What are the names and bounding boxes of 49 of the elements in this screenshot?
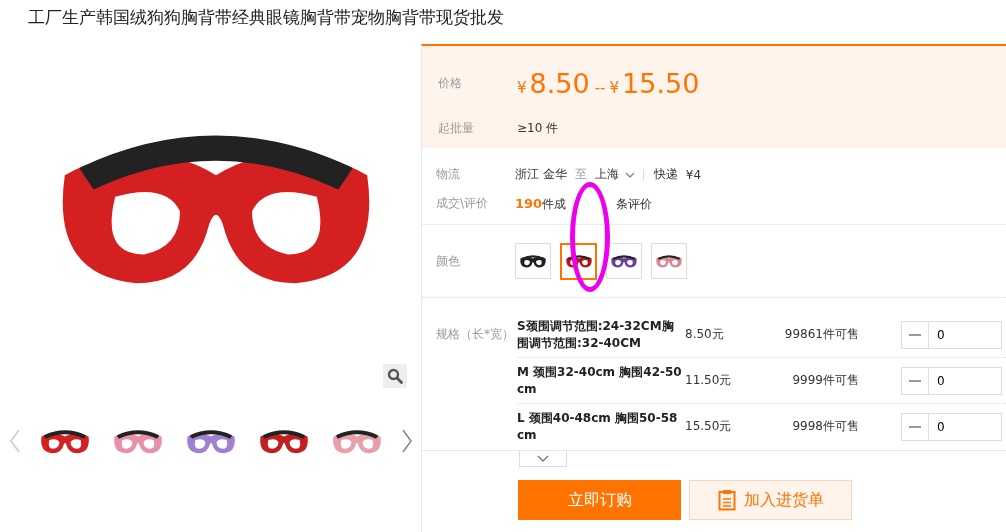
product-title: 工厂生产韩国绒狗狗胸背带经典眼镜胸背带宠物胸背带现货批发 xyxy=(28,6,505,29)
review-label: 条评价 xyxy=(616,196,653,213)
shipping-fee: ¥4 xyxy=(685,167,702,182)
currency-sign: ¥ xyxy=(517,78,527,97)
search-icon xyxy=(387,368,403,384)
field-label: 颜色 xyxy=(436,252,461,270)
spec-price: 15.50元 xyxy=(685,418,733,435)
stock-count: 99861 xyxy=(784,327,823,341)
chevron-down-icon xyxy=(537,455,549,462)
stock-label: 件可售 xyxy=(823,418,859,435)
destination-selector[interactable]: 上海 xyxy=(594,166,619,183)
minus-icon xyxy=(909,425,921,428)
shipping-method: 快递 xyxy=(653,166,678,183)
quantity-field[interactable]: 0 xyxy=(929,366,1002,395)
field-label: 成交\评价 xyxy=(436,195,490,212)
price-separator: -- xyxy=(594,78,606,97)
field-label: 规格（长*宽） xyxy=(436,326,515,343)
field-label: 价格 xyxy=(438,74,463,92)
field-label: 物流 xyxy=(436,166,461,183)
spec-name: S颈围调节范围:24-32CM胸围调节范围:32-40CM xyxy=(517,317,675,352)
field-label: 起批量 xyxy=(438,119,475,137)
stock-label: 件可售 xyxy=(823,372,859,389)
spec-name: M 颈围32-40cm 胸围42-50cm xyxy=(517,363,683,398)
stock-count: 9999 xyxy=(792,373,823,387)
clipboard-icon xyxy=(717,489,736,511)
price-low: 8.50 xyxy=(529,67,590,99)
quantity-field[interactable]: 0 xyxy=(929,412,1002,441)
next-arrow[interactable] xyxy=(399,427,414,455)
stock-label: 件可售 xyxy=(823,326,859,343)
minus-icon xyxy=(909,379,921,382)
decrease-button[interactable] xyxy=(901,366,929,395)
caret-icon xyxy=(624,171,635,178)
price-high: 15.50 xyxy=(622,67,700,99)
decrease-button[interactable] xyxy=(901,320,929,349)
spec-name: L 颈围40-48cm 胸围50-58cm xyxy=(517,409,679,444)
minus-icon xyxy=(909,333,921,336)
zoom-button[interactable] xyxy=(383,364,407,388)
quantity-field[interactable]: 0 xyxy=(929,320,1002,349)
sold-count: 190 xyxy=(515,196,543,211)
currency-sign: ¥ xyxy=(609,78,620,97)
stock-count: 9998 xyxy=(792,419,823,433)
decrease-button[interactable] xyxy=(901,412,929,441)
spec-price: 8.50元 xyxy=(685,326,725,343)
min-order-value: ≥10 件 xyxy=(517,119,559,137)
sold-label: 件成 xyxy=(542,196,567,213)
route-connector: 至 xyxy=(574,166,587,183)
spec-price: 11.50元 xyxy=(685,372,733,389)
color-swatch[interactable] xyxy=(560,242,597,280)
origin-location: 浙江 金华 xyxy=(515,166,567,183)
